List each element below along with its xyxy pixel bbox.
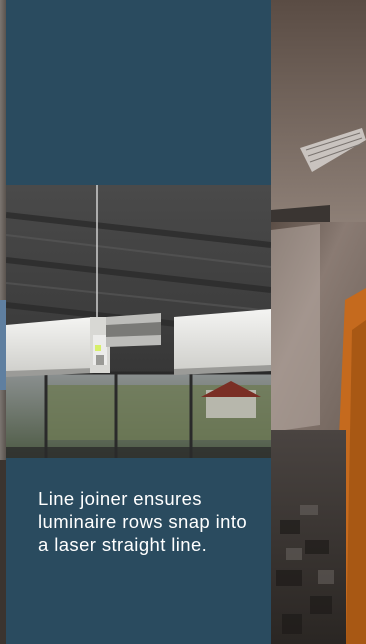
page: Line joiner ensures luminaire rows snap … xyxy=(0,0,366,644)
info-card: Line joiner ensures luminaire rows snap … xyxy=(6,0,271,644)
card-caption: Line joiner ensures luminaire rows snap … xyxy=(38,488,248,555)
card-photo xyxy=(6,185,271,458)
